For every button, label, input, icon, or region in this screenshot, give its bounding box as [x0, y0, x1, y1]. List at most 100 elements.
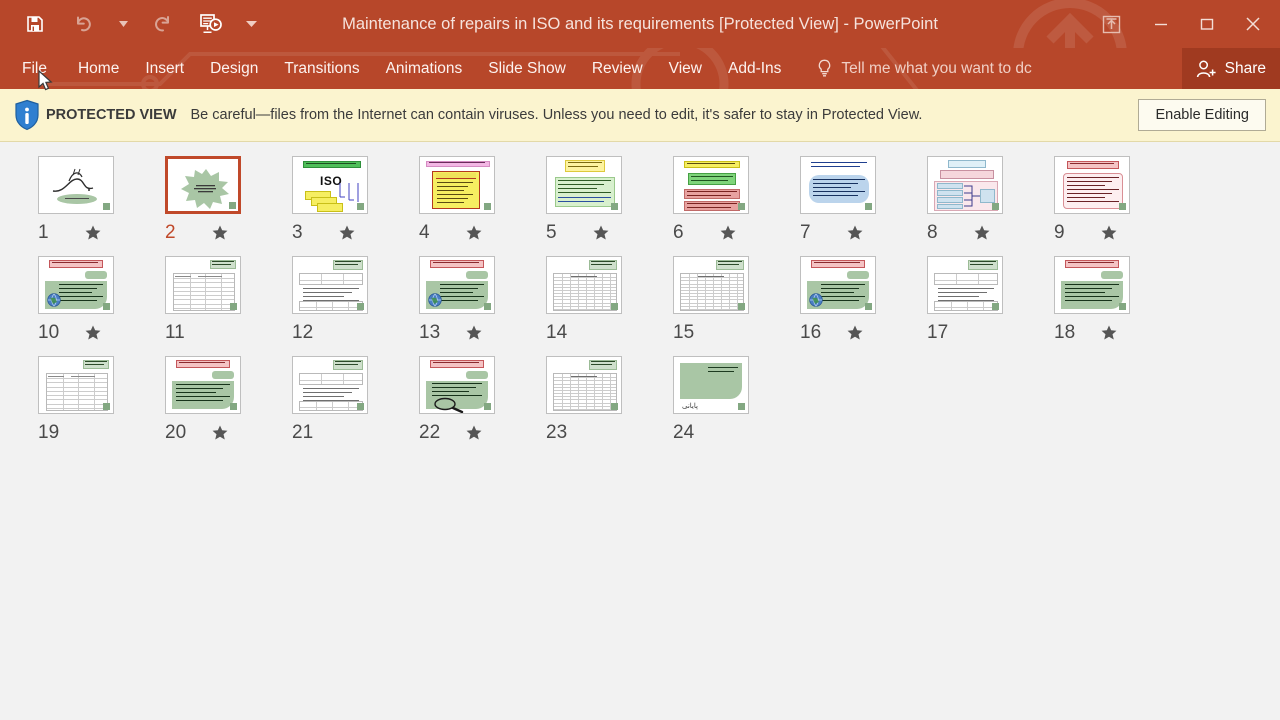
thumbnail-frame[interactable]: [546, 356, 622, 414]
thumbnail-frame[interactable]: [292, 256, 368, 314]
slide-preview[interactable]: [673, 256, 749, 314]
tab-home[interactable]: Home: [65, 48, 132, 89]
slide-preview[interactable]: [38, 156, 114, 214]
slide-star-icon[interactable]: [465, 224, 483, 242]
save-button[interactable]: [20, 9, 50, 39]
tab-animations[interactable]: Animations: [373, 48, 476, 89]
ribbon-display-options-icon[interactable]: [1084, 0, 1138, 48]
slide-star-icon[interactable]: [846, 224, 864, 242]
tab-insert[interactable]: Insert: [132, 48, 197, 89]
star-icon[interactable]: [846, 324, 864, 342]
slide-thumbnail-22[interactable]: 22: [407, 356, 534, 444]
slide-star-icon[interactable]: [592, 224, 610, 242]
slide-thumbnail-18[interactable]: 18: [1042, 256, 1169, 344]
slide-thumbnail-5[interactable]: 5: [534, 156, 661, 244]
slide-star-icon[interactable]: [465, 424, 483, 442]
thumbnail-frame[interactable]: [927, 156, 1003, 214]
tab-design[interactable]: Design: [197, 48, 271, 89]
thumbnail-frame[interactable]: [292, 356, 368, 414]
slide-preview[interactable]: [419, 356, 495, 414]
star-icon[interactable]: [211, 424, 229, 442]
slide-thumbnail-12[interactable]: 12: [280, 256, 407, 344]
slide-thumbnail-3[interactable]: ISO 3: [280, 156, 407, 244]
undo-dropdown-icon[interactable]: [116, 10, 130, 38]
slide-sorter-view[interactable]: 1 2 ISO 3 4 5 6 7 8 9 10 11 12 13 14 15 …: [0, 142, 1280, 720]
slide-preview[interactable]: [419, 256, 495, 314]
star-icon[interactable]: [211, 224, 229, 242]
restore-icon[interactable]: [1184, 0, 1230, 48]
slide-preview[interactable]: [546, 356, 622, 414]
slide-thumbnail-16[interactable]: 16: [788, 256, 915, 344]
slide-thumbnail-10[interactable]: 10: [26, 256, 153, 344]
slide-preview[interactable]: [419, 156, 495, 214]
slide-thumbnail-1[interactable]: 1: [26, 156, 153, 244]
slide-preview[interactable]: [165, 356, 241, 414]
slide-preview[interactable]: [673, 156, 749, 214]
thumbnail-frame[interactable]: [419, 256, 495, 314]
slide-thumbnail-7[interactable]: 7: [788, 156, 915, 244]
star-icon[interactable]: [465, 324, 483, 342]
slide-star-icon[interactable]: [846, 324, 864, 342]
slide-star-icon[interactable]: [719, 224, 737, 242]
customize-quick-access-toolbar-icon[interactable]: [244, 10, 258, 38]
redo-button[interactable]: [148, 9, 178, 39]
star-icon[interactable]: [1100, 324, 1118, 342]
thumbnail-frame[interactable]: [1054, 156, 1130, 214]
slide-thumbnail-4[interactable]: 4: [407, 156, 534, 244]
thumbnail-frame[interactable]: [1054, 256, 1130, 314]
slide-star-icon[interactable]: [1100, 224, 1118, 242]
slide-preview[interactable]: پایانی: [673, 356, 749, 414]
start-from-beginning-button[interactable]: [196, 9, 226, 39]
slide-preview[interactable]: [800, 256, 876, 314]
slide-preview[interactable]: [1054, 156, 1130, 214]
star-icon[interactable]: [846, 224, 864, 242]
thumbnail-frame[interactable]: [165, 156, 241, 214]
star-icon[interactable]: [338, 224, 356, 242]
slide-star-icon[interactable]: [973, 224, 991, 242]
slide-thumbnail-19[interactable]: 19: [26, 356, 153, 444]
slide-thumbnail-6[interactable]: 6: [661, 156, 788, 244]
thumbnail-frame[interactable]: [38, 356, 114, 414]
slide-preview[interactable]: [927, 156, 1003, 214]
slide-preview[interactable]: [800, 156, 876, 214]
close-icon[interactable]: [1230, 0, 1276, 48]
slide-preview[interactable]: [546, 256, 622, 314]
slide-preview[interactable]: [165, 156, 241, 214]
slide-preview[interactable]: [38, 256, 114, 314]
slide-preview[interactable]: ISO: [292, 156, 368, 214]
thumbnail-frame[interactable]: [673, 256, 749, 314]
slide-thumbnail-11[interactable]: 11: [153, 256, 280, 344]
star-icon[interactable]: [84, 324, 102, 342]
slide-thumbnail-23[interactable]: 23: [534, 356, 661, 444]
thumbnail-frame[interactable]: پایانی: [673, 356, 749, 414]
slide-star-icon[interactable]: [211, 424, 229, 442]
thumbnail-frame[interactable]: [800, 156, 876, 214]
slide-thumbnail-24[interactable]: پایانی 24: [661, 356, 788, 444]
slide-thumbnail-17[interactable]: 17: [915, 256, 1042, 344]
star-icon[interactable]: [973, 224, 991, 242]
thumbnail-frame[interactable]: [38, 256, 114, 314]
slide-thumbnail-13[interactable]: 13: [407, 256, 534, 344]
slide-thumbnail-20[interactable]: 20: [153, 356, 280, 444]
slide-preview[interactable]: [292, 256, 368, 314]
slide-preview[interactable]: [165, 256, 241, 314]
thumbnail-frame[interactable]: [546, 256, 622, 314]
tab-transitions[interactable]: Transitions: [271, 48, 372, 89]
slide-preview[interactable]: [546, 156, 622, 214]
thumbnail-frame[interactable]: [546, 156, 622, 214]
slide-star-icon[interactable]: [211, 224, 229, 242]
undo-button[interactable]: [68, 9, 98, 39]
star-icon[interactable]: [1100, 224, 1118, 242]
enable-editing-button[interactable]: Enable Editing: [1138, 99, 1266, 131]
slide-star-icon[interactable]: [84, 224, 102, 242]
slide-thumbnail-15[interactable]: 15: [661, 256, 788, 344]
slide-star-icon[interactable]: [1100, 324, 1118, 342]
star-icon[interactable]: [592, 224, 610, 242]
tab-file[interactable]: File: [0, 48, 65, 89]
slide-thumbnail-21[interactable]: 21: [280, 356, 407, 444]
minimize-icon[interactable]: [1138, 0, 1184, 48]
thumbnail-frame[interactable]: [419, 356, 495, 414]
slide-star-icon[interactable]: [338, 224, 356, 242]
star-icon[interactable]: [719, 224, 737, 242]
tab-slide-show[interactable]: Slide Show: [475, 48, 579, 89]
